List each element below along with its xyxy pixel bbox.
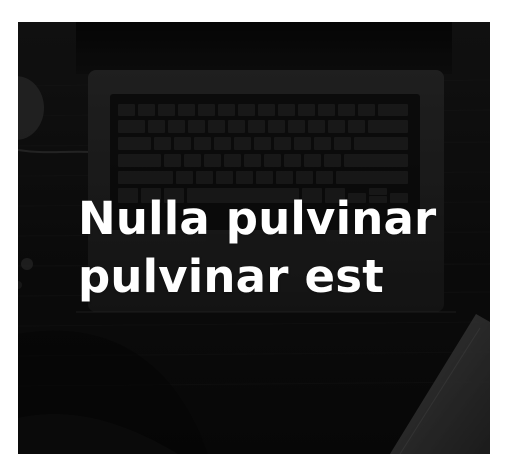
page: Nulla pulvinar pulvinar est xyxy=(0,0,508,470)
hero-title: Nulla pulvinar pulvinar est xyxy=(78,192,437,303)
hero-card[interactable]: Nulla pulvinar pulvinar est xyxy=(18,22,490,454)
